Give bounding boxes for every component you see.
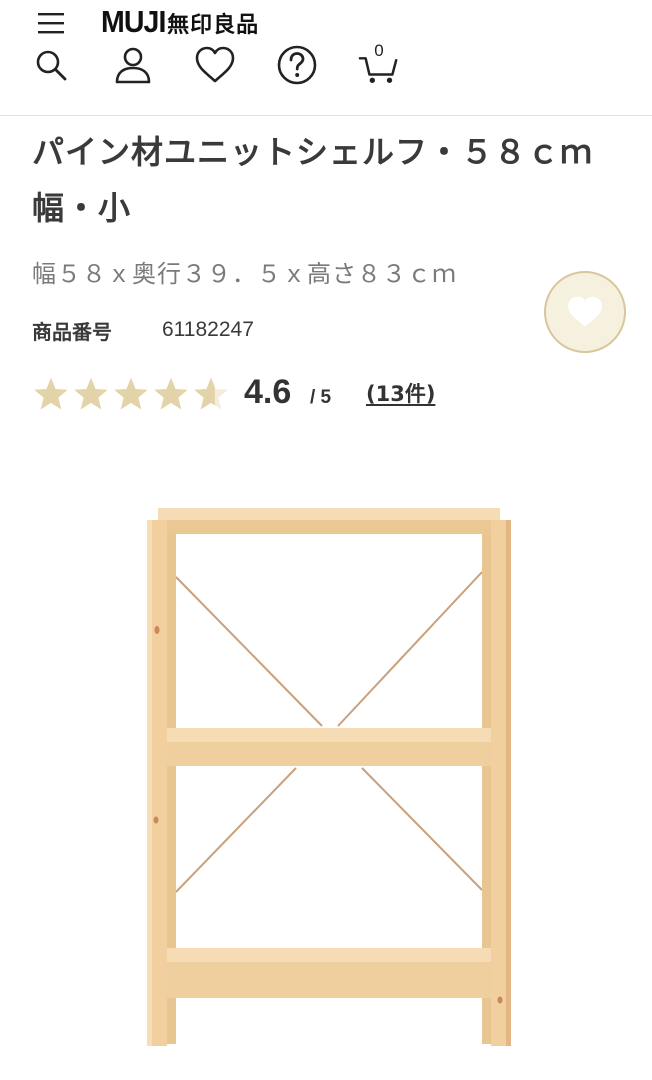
help-icon — [277, 45, 317, 85]
menu-icon[interactable] — [36, 10, 66, 36]
heart-icon — [568, 296, 603, 327]
cart-count-badge: 0 — [374, 41, 384, 60]
product-dimensions: 幅５８ｘ奥行３９．５ｘ高さ８３ｃｍ — [32, 260, 457, 288]
star-icon — [34, 377, 68, 410]
account-button[interactable] — [112, 44, 154, 86]
logo-text-en: MUJI — [101, 4, 166, 39]
favorites-button[interactable] — [194, 44, 236, 86]
rating-value: 4.6 — [244, 373, 292, 411]
add-to-favorites-button[interactable] — [544, 271, 626, 353]
product-title: パイン材ユニットシェルフ・５８ｃｍ幅・小 — [32, 133, 594, 227]
rating-max: / 5 — [310, 387, 332, 408]
muji-logo[interactable]: MUJI 無印良品 — [101, 4, 259, 44]
review-count-link[interactable]: (13件) — [366, 378, 435, 408]
star-icon — [74, 377, 108, 410]
star-half-icon — [194, 377, 228, 410]
star-icon — [114, 377, 148, 410]
search-icon — [36, 50, 67, 81]
product-code-value: 61182247 — [162, 318, 254, 341]
search-button[interactable] — [30, 44, 72, 86]
product-image[interactable] — [0, 440, 652, 1080]
help-button[interactable] — [276, 44, 318, 86]
site-header: MUJI 無印良品 0 — [0, 0, 652, 116]
heart-icon — [195, 46, 235, 83]
rating-stars — [32, 376, 230, 412]
logo-text-jp: 無印良品 — [167, 13, 260, 38]
star-icon — [154, 377, 188, 410]
product-code-label: 商品番号 — [32, 320, 112, 344]
user-icon — [115, 47, 151, 84]
